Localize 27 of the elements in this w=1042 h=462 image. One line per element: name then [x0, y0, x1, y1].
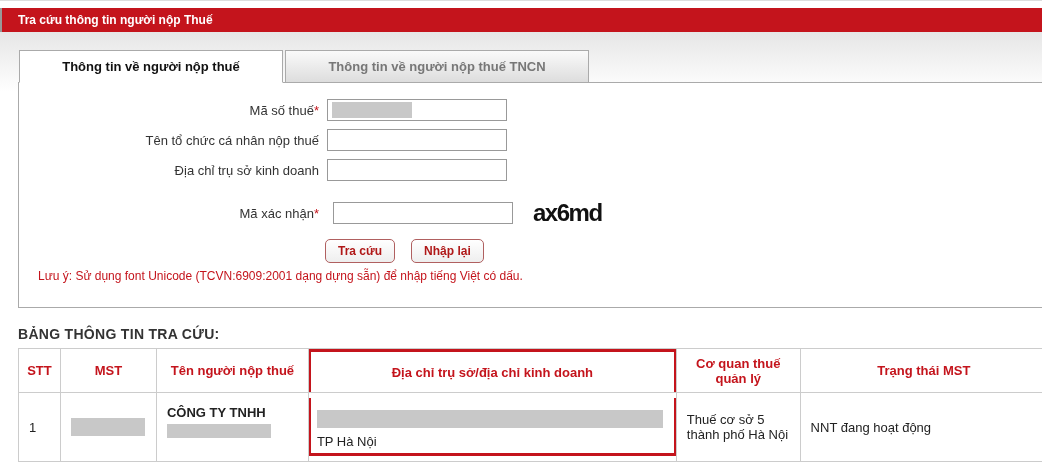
cell-text: 1: [29, 419, 38, 435]
input-field[interactable]: [327, 159, 507, 181]
field-label: Mã xác nhận*: [238, 205, 319, 221]
column-header: STT: [18, 348, 61, 393]
input-field[interactable]: [327, 99, 507, 121]
tab[interactable]: Thông tin về người nộp thuế TNCN: [285, 50, 589, 83]
cell-text: NNT đang hoạt động: [810, 419, 933, 435]
captcha-text: ax6md: [533, 199, 602, 227]
cell-text: CÔNG TY TNHH: [166, 405, 267, 420]
field-label: Tên tổ chức cá nhân nộp thuế: [144, 132, 319, 148]
column-header: MST: [60, 348, 157, 393]
cell-text: Thuế cơ sở 5 thành phố Hà Nội: [686, 412, 790, 442]
form-button[interactable]: Nhập lại: [411, 239, 484, 263]
field-label: Mã số thuế*: [248, 102, 319, 118]
note-text: Lưu ý: Sử dụng font Unicode (TCVN:6909:2001 dạng dựng sẵn) để nhập tiếng Việt có dấu.: [38, 269, 524, 283]
field-label: Địa chỉ trụ sở kinh doanh: [173, 162, 319, 178]
highlight-frame: Địa chỉ trụ sở/địa chỉ kinh doanh: [307, 348, 677, 393]
tab[interactable]: Thông tin về người nộp thuế: [19, 50, 283, 83]
input-field[interactable]: [333, 202, 513, 224]
input-field[interactable]: [327, 129, 507, 151]
column-header: Cơ quan thuế quản lý: [676, 348, 801, 393]
table-title: BẢNG THÔNG TIN TRA CỨU:: [18, 326, 221, 342]
page-title: Tra cứu thông tin người nộp Thuế: [0, 8, 1042, 32]
column-header: Tên người nộp thuế: [156, 348, 309, 393]
form-button[interactable]: Tra cứu: [325, 239, 396, 263]
cell-text: TP Hà Nội: [316, 434, 378, 449]
column-header: Trạng thái MST: [800, 348, 1042, 393]
